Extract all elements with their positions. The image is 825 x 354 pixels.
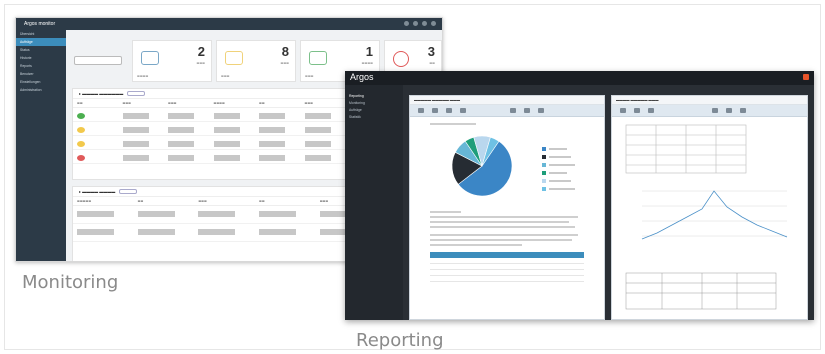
filter-select[interactable] bbox=[74, 56, 122, 65]
export-icon[interactable] bbox=[740, 108, 746, 113]
kpi-value: 1 bbox=[365, 44, 373, 59]
status-dot bbox=[77, 155, 85, 161]
caption-monitoring: Monitoring bbox=[22, 272, 119, 293]
panel-filter[interactable] bbox=[119, 189, 138, 195]
report-table-chart bbox=[625, 124, 788, 310]
sidebar-item[interactable]: Status bbox=[16, 46, 66, 54]
sidebar-item[interactable]: Historie bbox=[16, 54, 66, 62]
line-series bbox=[641, 190, 788, 240]
legend-swatch bbox=[542, 179, 546, 183]
viewer-toolbar bbox=[612, 105, 807, 117]
viewer-title-bar: ▬▬▬▬ ▬▬▬▬▬ ▬▬▬ bbox=[612, 96, 807, 105]
sidebar-item[interactable]: Statistik bbox=[345, 114, 403, 121]
sidebar-item-reporting[interactable]: Reporting bbox=[345, 93, 403, 100]
reporting-app-title: Argos bbox=[350, 72, 374, 82]
legend-swatch bbox=[542, 187, 546, 191]
topbar-icons bbox=[404, 21, 436, 26]
zoom-icon[interactable] bbox=[712, 108, 718, 113]
legend-label bbox=[549, 172, 567, 174]
sidebar-item-active[interactable]: Aufträge bbox=[16, 38, 66, 46]
kpi-label: ▬▬▬ bbox=[196, 61, 205, 65]
reporting-window: Argos Reporting Monitoring Aufträge Stat… bbox=[345, 71, 814, 320]
legend-label bbox=[549, 180, 571, 182]
caption-reporting: Reporting bbox=[356, 330, 444, 351]
report-heading bbox=[430, 123, 477, 125]
sidebar-item[interactable]: Aufträge bbox=[345, 107, 403, 114]
panel-filter[interactable] bbox=[127, 91, 146, 97]
viewer-title-bar: ▬▬▬▬▬ ▬▬▬▬▬ ▬▬▬ bbox=[410, 96, 604, 105]
prev-page-icon[interactable] bbox=[432, 108, 438, 113]
report-viewer-right: ▬▬▬▬ ▬▬▬▬▬ ▬▬▬ bbox=[611, 95, 808, 320]
status-dot bbox=[77, 127, 85, 133]
monitoring-topbar: Argos monitor bbox=[16, 18, 442, 30]
report-page bbox=[622, 117, 793, 319]
list-icon bbox=[225, 51, 243, 65]
monitoring-sidebar: Übersicht Aufträge Status Historie Repor… bbox=[16, 30, 66, 261]
report-page bbox=[430, 117, 584, 319]
sidebar-item[interactable]: Reports bbox=[16, 62, 66, 70]
legend-swatch bbox=[542, 171, 546, 175]
next-page-icon[interactable] bbox=[446, 108, 452, 113]
legend-swatch bbox=[542, 163, 546, 167]
status-dot bbox=[77, 113, 85, 119]
kpi-card-orders[interactable]: 2 ▬▬▬ ▬▬▬▬ bbox=[132, 40, 212, 82]
table-row bbox=[430, 276, 584, 282]
monitoring-app-title: Argos monitor bbox=[24, 21, 56, 27]
viewer-toolbar bbox=[410, 105, 604, 117]
reporting-sidebar: Reporting Monitoring Aufträge Statistik bbox=[345, 85, 403, 320]
kpi-footer: ▬▬▬ bbox=[221, 74, 230, 78]
report-viewer-left: ▬▬▬▬▬ ▬▬▬▬▬ ▬▬▬ bbox=[409, 95, 605, 320]
sidebar-item[interactable]: Übersicht bbox=[16, 30, 66, 38]
print-icon[interactable] bbox=[524, 108, 530, 113]
kpi-card-pending[interactable]: 8 ▬▬▬ ▬▬▬ bbox=[216, 40, 296, 82]
kpi-value: 2 bbox=[197, 44, 205, 59]
kpi-footer: ▬▬▬▬ bbox=[137, 74, 149, 78]
legend-swatch bbox=[542, 147, 546, 151]
sidebar-item[interactable]: Administration bbox=[16, 86, 66, 94]
bell-icon[interactable] bbox=[404, 21, 409, 26]
kpi-value: 3 bbox=[427, 44, 435, 59]
export-icon[interactable] bbox=[538, 108, 544, 113]
legend-swatch bbox=[542, 155, 546, 159]
legend-label bbox=[549, 156, 571, 158]
print-icon[interactable] bbox=[726, 108, 732, 113]
prev-page-icon[interactable] bbox=[634, 108, 640, 113]
kpi-value: 8 bbox=[281, 44, 289, 59]
gear-icon[interactable] bbox=[422, 21, 427, 26]
alert-icon bbox=[393, 51, 409, 67]
legend-label bbox=[549, 148, 567, 150]
check-icon bbox=[309, 51, 327, 65]
kpi-label: ▬▬▬ bbox=[280, 61, 289, 65]
user-icon[interactable] bbox=[413, 21, 418, 26]
reporting-topbar: Argos bbox=[345, 71, 814, 85]
legend-label bbox=[549, 164, 575, 166]
close-icon[interactable] bbox=[803, 74, 809, 80]
reporting-content: ▬▬▬▬▬ ▬▬▬▬▬ ▬▬▬ ▬▬▬▬ ▬▬▬▬▬ ▬▬▬ bbox=[403, 85, 814, 320]
status-dot bbox=[77, 141, 85, 147]
sidebar-item[interactable]: Benutzer bbox=[16, 70, 66, 78]
first-page-icon[interactable] bbox=[620, 108, 626, 113]
sidebar-item[interactable]: Einstellungen bbox=[16, 78, 66, 86]
first-page-icon[interactable] bbox=[418, 108, 424, 113]
next-page-icon[interactable] bbox=[648, 108, 654, 113]
sidebar-item[interactable]: Monitoring bbox=[345, 100, 403, 107]
legend-label bbox=[549, 188, 575, 190]
server-icon bbox=[141, 51, 159, 65]
kpi-footer: ▬▬▬ bbox=[305, 74, 314, 78]
zoom-icon[interactable] bbox=[510, 108, 516, 113]
pie-chart bbox=[451, 135, 575, 197]
kpi-label: ▬▬ bbox=[429, 61, 435, 65]
last-page-icon[interactable] bbox=[460, 108, 466, 113]
logout-icon[interactable] bbox=[431, 21, 436, 26]
kpi-label: ▬▬▬▬ bbox=[361, 61, 373, 65]
